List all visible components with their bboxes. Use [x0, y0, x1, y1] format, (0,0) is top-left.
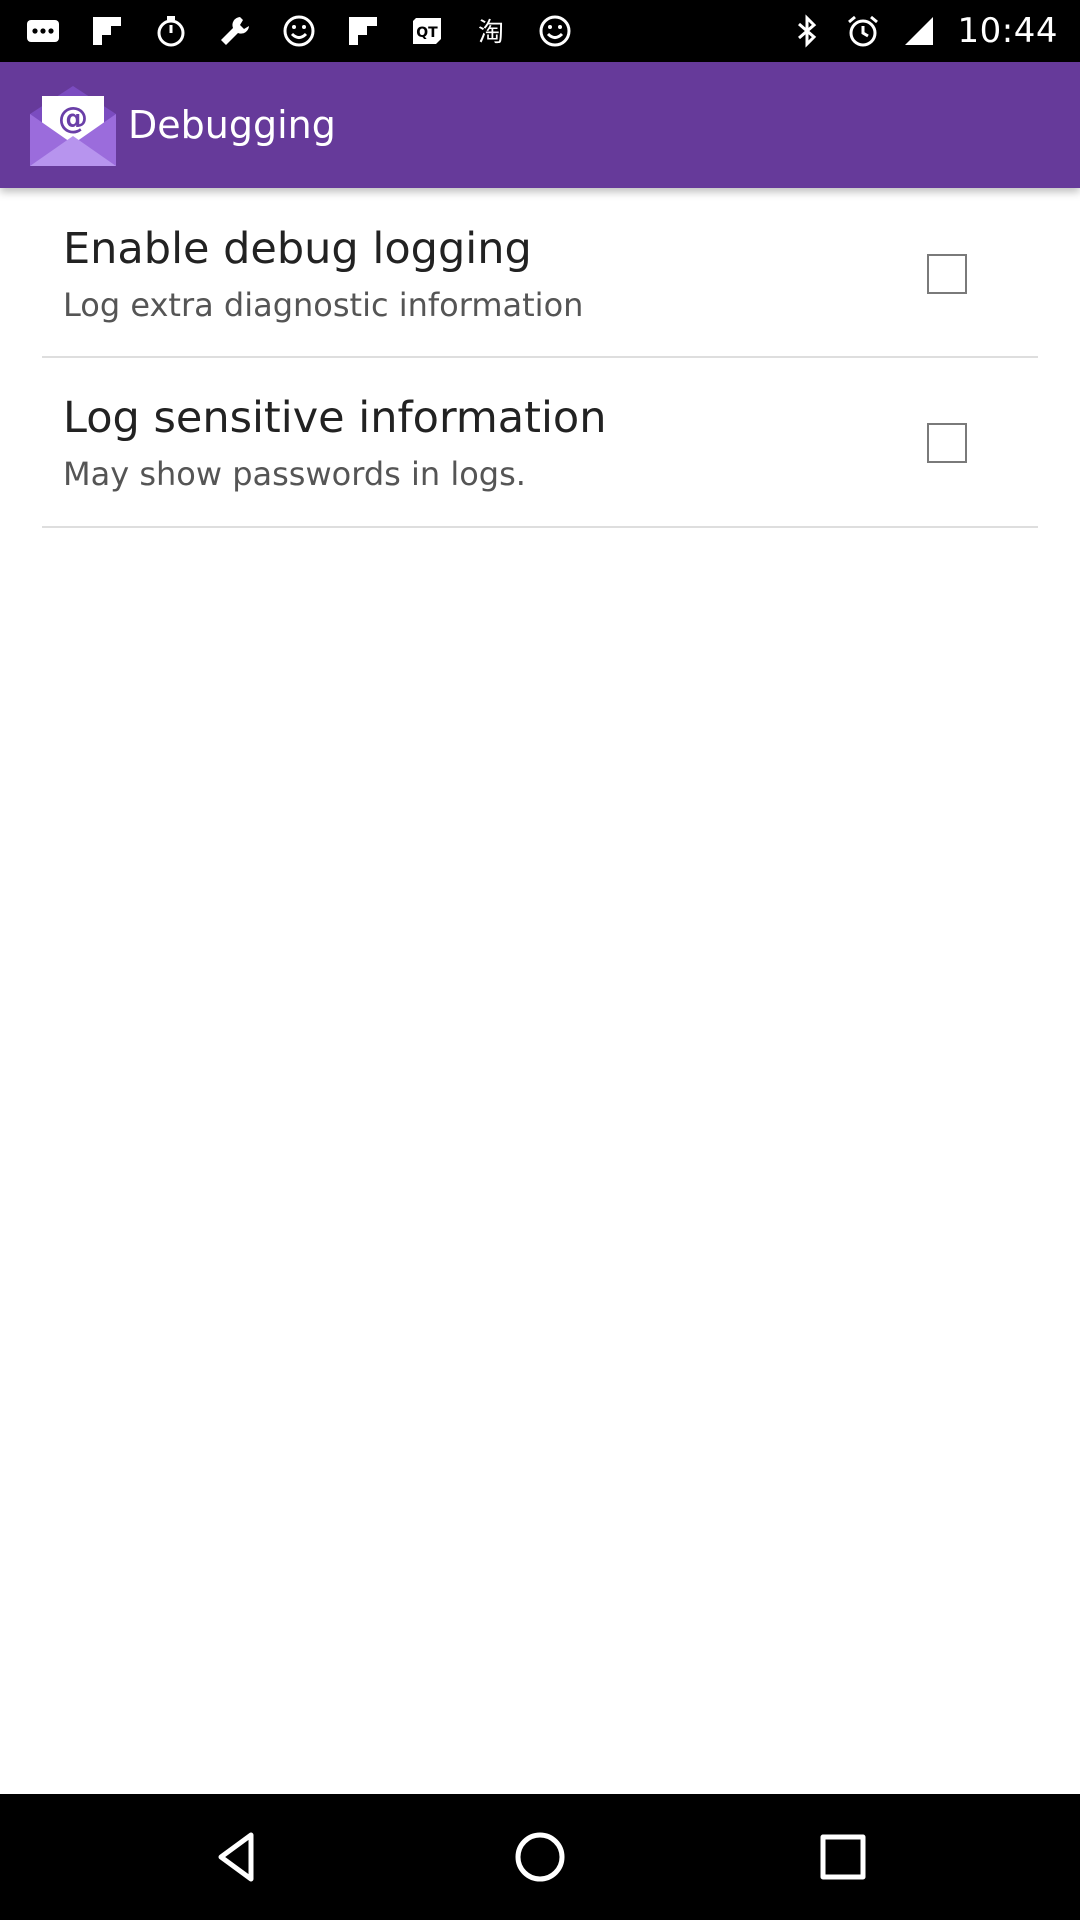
log-sensitive-information-checkbox[interactable] — [927, 423, 967, 463]
status-clock: 10:44 — [957, 11, 1058, 51]
email-app-icon[interactable]: @ — [28, 82, 118, 168]
smiley-icon — [283, 15, 315, 47]
pref-title: Log sensitive information — [63, 393, 607, 443]
app-bar: @ Debugging — [0, 62, 1080, 188]
status-bar: QT 淘 10:44 — [0, 0, 1080, 62]
svg-text:@: @ — [58, 101, 88, 136]
status-notification-icons: QT 淘 — [26, 0, 572, 62]
pref-summary: Log extra diagnostic information — [63, 286, 584, 324]
more-notifications-icon — [27, 20, 59, 42]
navigation-bar — [0, 1794, 1080, 1920]
status-system-icons: 10:44 — [790, 0, 1058, 62]
pref-log-sensitive-information[interactable]: Log sensitive information May show passw… — [0, 358, 1080, 527]
pref-enable-debug-logging[interactable]: Enable debug logging Log extra diagnosti… — [0, 188, 1080, 357]
smiley-icon — [539, 15, 571, 47]
qt-icon: QT — [413, 18, 441, 44]
svg-text:QT: QT — [416, 25, 438, 41]
signal-icon — [904, 17, 933, 45]
pref-title: Enable debug logging — [63, 224, 532, 274]
back-icon[interactable] — [207, 1827, 267, 1887]
enable-debug-logging-checkbox[interactable] — [927, 254, 967, 294]
wrench-icon — [221, 17, 249, 45]
flipboard-icon — [349, 17, 377, 45]
bluetooth-icon — [797, 14, 816, 48]
svg-text:淘: 淘 — [478, 18, 504, 48]
stopwatch-icon — [157, 16, 185, 47]
divider — [42, 526, 1038, 528]
pref-summary: May show passwords in logs. — [63, 455, 526, 493]
home-icon[interactable] — [510, 1827, 570, 1887]
page-title: Debugging — [128, 103, 336, 147]
flipboard-icon — [93, 17, 121, 45]
alarm-icon — [847, 15, 878, 47]
taobao-icon: 淘 — [478, 18, 504, 48]
recents-icon[interactable] — [813, 1827, 873, 1887]
